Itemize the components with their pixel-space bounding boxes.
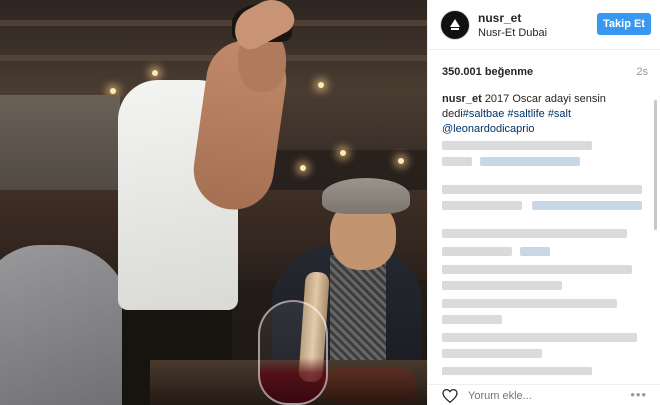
blurred-comment [442,265,632,274]
wine-glass [258,300,328,405]
post-time: 2s [636,66,648,78]
ceiling-light [340,150,346,156]
post-caption: nusr_et 2017 Oscar adayi sensin dedi#sal… [442,92,648,137]
location[interactable]: Nusr-Et Dubai [478,26,547,41]
blurred-comment [442,185,642,194]
post-footer: ••• [428,384,660,405]
caption-text: 2017 Oscar adayi sensin [484,93,606,105]
avatar-logo-icon [446,16,464,34]
avatar[interactable] [440,10,470,40]
blurred-comment [442,299,617,308]
blurred-comment [480,157,580,166]
scrollbar[interactable] [654,100,657,230]
hashtag-link[interactable]: #saltbae [463,108,505,120]
ceiling-light [398,158,404,164]
blurred-comment [442,141,592,150]
ceiling-light [152,70,158,76]
ceiling-light [110,88,116,94]
seated-patron [0,245,130,405]
post-header: nusr_et Nusr-Et Dubai Takip Et [428,0,660,50]
more-options-icon[interactable]: ••• [630,387,647,402]
user-block: nusr_et Nusr-Et Dubai [478,11,547,41]
ceiling-light [300,165,306,171]
mention-link[interactable]: @leonardodicaprio [442,123,535,135]
comment-list [442,135,650,375]
heart-icon[interactable] [442,389,458,403]
blurred-comment [442,281,562,290]
likes-count[interactable]: 350.001 beğenme [442,66,533,78]
comment-input[interactable] [468,388,608,404]
follow-button[interactable]: Takip Et [597,13,651,35]
blurred-comment [442,315,502,324]
hashtag-link[interactable]: #saltlife [507,108,544,120]
blurred-comment [442,333,637,342]
ceiling-beam [0,20,427,26]
blurred-comment [520,247,550,256]
guest-cap [322,178,410,214]
caption-username[interactable]: nusr_et [442,93,482,105]
blurred-comment [442,229,627,238]
instagram-post: nusr_et Nusr-Et Dubai Takip Et 350.001 b… [0,0,660,405]
username[interactable]: nusr_et [478,11,547,26]
post-stats: 350.001 beğenme 2s [442,66,648,82]
steak [322,368,417,403]
blurred-comment [442,157,472,166]
blurred-comment [442,367,592,375]
blurred-comment [442,201,522,210]
post-sidebar: nusr_et Nusr-Et Dubai Takip Et 350.001 b… [427,0,660,405]
blurred-comment [532,201,642,210]
post-photo[interactable] [0,0,427,405]
caption-text-2: dedi [442,108,463,120]
blurred-comment [442,247,512,256]
ceiling-light [318,82,324,88]
hashtag-link[interactable]: #salt [548,108,571,120]
blurred-comment [442,349,542,358]
